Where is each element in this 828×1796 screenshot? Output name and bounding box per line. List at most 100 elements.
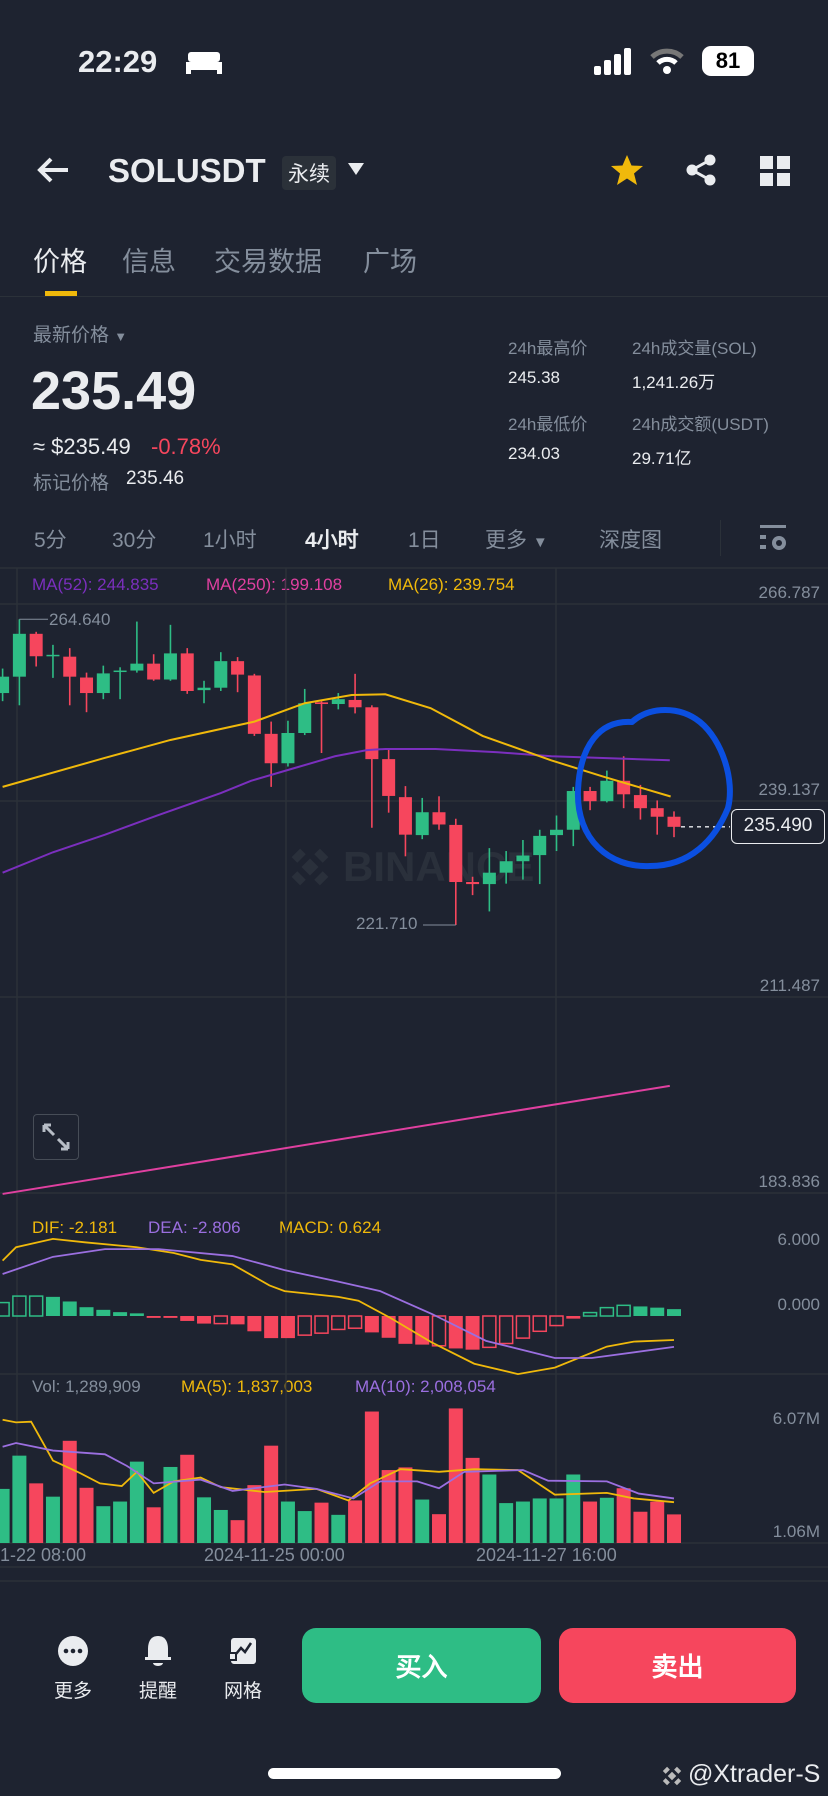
candle-down [147,663,161,680]
dif-line [1,1237,675,1375]
grid-label[interactable]: 网格 [213,1676,273,1703]
macd-bar-hollow [314,1315,329,1334]
macd-bar-hollow [616,1304,631,1317]
volume-bar [163,1466,178,1543]
candle-up [96,673,110,694]
more-label[interactable]: 更多 [43,1676,103,1703]
ma26-line [2,693,671,798]
macd-bar [146,1316,161,1318]
macd-bar [667,1309,681,1316]
macd-bar [364,1316,379,1333]
volume-bar [180,1454,195,1543]
volume-bar [583,1501,598,1543]
macd-bar-hollow [28,1295,44,1317]
candle-down [315,702,329,705]
candle-up [533,835,547,856]
candle-down [583,791,597,802]
candle-down [264,733,278,764]
macd-bar [113,1312,128,1316]
macd-bar [129,1313,144,1316]
macd-bar [45,1296,60,1316]
volume-bar [146,1507,161,1543]
macd-bar [264,1316,279,1339]
macd-bar-hollow [0,1301,10,1317]
macd-bar [280,1316,295,1339]
macd-bar [163,1316,178,1318]
volume-bar [113,1501,128,1543]
macd-bar [180,1316,195,1321]
volume-bar [667,1514,681,1543]
volume-bar [62,1440,77,1543]
volume-bar [213,1509,228,1543]
volume-bar [197,1497,212,1543]
sell-button[interactable]: 卖出 [559,1628,796,1703]
macd-bar [230,1316,245,1325]
candle-up [197,687,211,691]
volume-bar [314,1502,329,1543]
volume-bar [247,1485,262,1543]
volume-bar [0,1488,10,1543]
candle-down [80,677,94,694]
macd-bar [62,1301,77,1316]
volume-bar [129,1461,144,1543]
volume-bar [29,1483,44,1543]
candle-up [163,653,177,680]
macd-bar [448,1316,463,1349]
macd-bar [465,1316,480,1350]
alert-bell-icon[interactable] [143,1634,173,1673]
candle-up [281,732,295,764]
alert-label[interactable]: 提醒 [128,1676,188,1703]
candle-up [550,829,564,836]
candle-down [650,808,664,817]
macd-bar [247,1316,262,1332]
candle-down [633,795,647,809]
kline-chart[interactable] [0,0,828,1796]
candle-up [499,861,513,873]
candle-up [214,661,228,688]
candle-down [667,816,681,827]
candle-down [247,675,261,734]
volume-bar [482,1474,497,1543]
candle-down [180,653,194,691]
volume-bar [45,1496,60,1543]
volume-bar [415,1499,430,1543]
volume-bar [331,1514,346,1543]
candle-up [113,670,127,673]
candle-down [466,882,480,885]
candle-up [516,855,530,862]
candle-up [600,780,614,802]
more-icon[interactable] [58,1636,88,1671]
volume-bar [633,1511,648,1543]
volume-bar [432,1514,447,1543]
macd-bar-hollow [515,1315,531,1339]
ma250-line [2,1084,670,1195]
volume-bar [348,1500,363,1543]
candle-down [348,699,362,708]
volume-bar [96,1506,111,1543]
grid-trading-icon[interactable] [228,1634,258,1671]
volume-bar [499,1503,514,1543]
macd-bar-hollow [213,1315,229,1325]
volume-bar [532,1498,547,1543]
candle-down [29,633,43,657]
candle-up [46,654,60,657]
macd-bar-hollow [532,1315,547,1333]
candle-down [432,812,446,825]
candle-up [331,699,345,705]
macd-bar [79,1307,94,1316]
macd-bar-hollow [297,1315,312,1336]
home-indicator [268,1768,561,1779]
volume-bar [398,1467,413,1543]
candle-up [298,703,312,733]
volume-bar [448,1408,463,1543]
macd-bar [197,1316,212,1324]
candle-down [231,661,245,675]
buy-button[interactable]: 买入 [302,1628,541,1703]
macd-bar-hollow [347,1315,363,1329]
user-watermark: @Xtrader-S [688,1760,821,1788]
macd-bar [650,1307,665,1316]
volume-bar [515,1501,530,1543]
candle-up [482,872,496,885]
candle-down [449,824,463,883]
candle-down [63,656,77,677]
